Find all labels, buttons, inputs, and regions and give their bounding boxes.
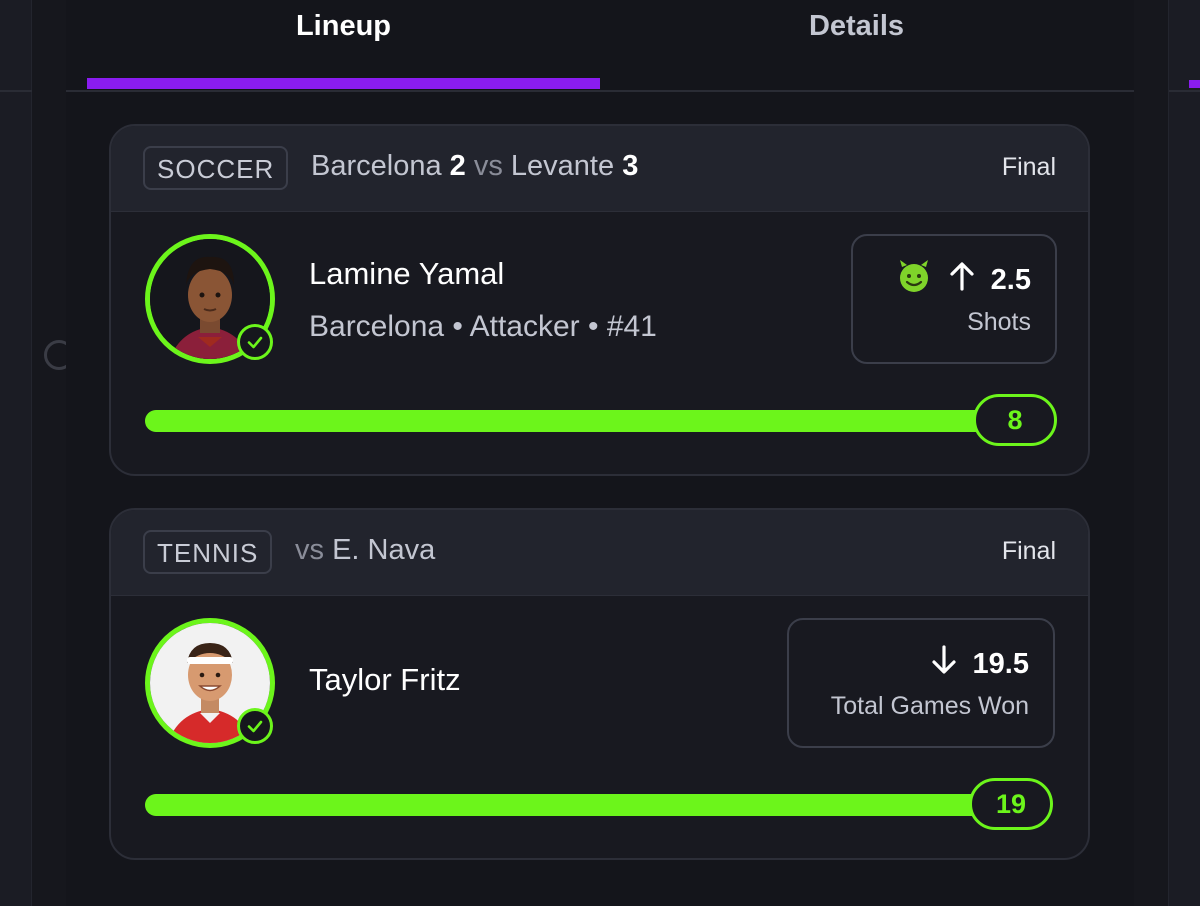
down-arrow-icon: [931, 645, 957, 683]
pick-card-soccer[interactable]: SOCCER Barcelona 2 vs Levante 3 Final La…: [109, 124, 1090, 476]
sport-badge: SOCCER: [143, 146, 289, 190]
devil-emoji-icon: [895, 257, 933, 303]
card-header: TENNIS vs E. Nava Final: [111, 510, 1088, 596]
team-away: Levante: [510, 150, 615, 182]
pick-stat-label: Total Games Won: [830, 692, 1029, 720]
tab-lineup[interactable]: Lineup: [87, 10, 600, 50]
matchup: Barcelona 2 vs Levante 3: [311, 150, 638, 183]
sport-badge: TENNIS: [143, 530, 273, 574]
vs-label: vs: [295, 534, 324, 566]
player-avatar-wrapper: [145, 618, 275, 748]
right-panel-divider: [1169, 90, 1200, 92]
up-arrow-icon: [949, 261, 975, 299]
player-name: Lamine Yamal: [309, 256, 505, 291]
player-details: Barcelona • Attacker • #41: [309, 310, 657, 343]
right-background-panel: [1168, 0, 1200, 906]
left-background-panel: [0, 0, 32, 906]
verified-check-icon: [237, 324, 273, 360]
verified-check-icon: [237, 708, 273, 744]
pick-line-value: 2.5: [990, 263, 1031, 296]
opponent-name: E. Nava: [332, 534, 436, 566]
result-progress-fill: [145, 410, 1025, 432]
left-panel-divider: [0, 90, 32, 92]
score-away: 3: [622, 150, 639, 182]
pick-line-value: 19.5: [972, 647, 1029, 680]
player-name: Taylor Fritz: [309, 662, 461, 697]
pick-projection-box: 2.5 Shots: [851, 234, 1057, 364]
score-home: 2: [449, 150, 466, 182]
game-status: Final: [1001, 153, 1056, 181]
result-progress-fill: [145, 794, 1015, 816]
result-progress-bar: [145, 410, 1025, 432]
active-tab-indicator: [87, 78, 600, 89]
player-avatar-wrapper: [145, 234, 275, 364]
pick-line: 19.5: [931, 644, 1029, 684]
result-progress-bar: [145, 794, 1015, 816]
tab-bar: Lineup Details: [66, 0, 1134, 92]
pick-line: 2.5: [895, 260, 1031, 300]
result-value-pill: 8: [973, 394, 1057, 446]
matchup: vs E. Nava: [295, 534, 435, 567]
pick-card-tennis[interactable]: TENNIS vs E. Nava Final Taylor Fritz 19.…: [109, 508, 1090, 860]
vs-label: vs: [473, 150, 503, 182]
right-panel-tab-indicator: [1189, 80, 1200, 88]
lineup-sheet: Lineup Details SOCCER Barcelona 2 vs Lev…: [66, 0, 1134, 906]
tab-details[interactable]: Details: [600, 10, 1113, 50]
card-header: SOCCER Barcelona 2 vs Levante 3 Final: [111, 126, 1088, 212]
pick-projection-box: 19.5 Total Games Won: [787, 618, 1055, 748]
team-home: Barcelona: [311, 150, 442, 182]
game-status: Final: [1001, 537, 1056, 565]
pick-stat-label: Shots: [967, 308, 1031, 336]
result-value-pill: 19: [969, 778, 1053, 830]
